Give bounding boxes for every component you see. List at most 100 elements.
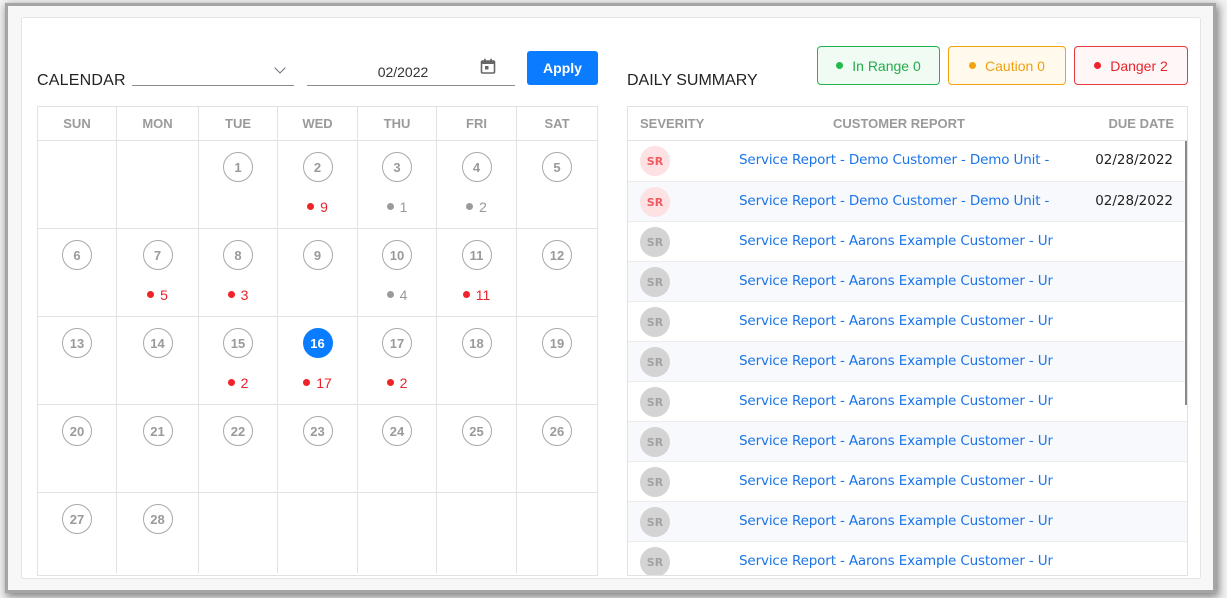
report-count[interactable]: 1 [358,199,436,215]
day-number[interactable]: 26 [542,416,572,446]
table-row[interactable]: SR Service Report - Demo Customer - Demo … [628,182,1187,222]
column-header-due-date[interactable]: DUE DATE [1109,116,1174,131]
day-number[interactable]: 20 [62,416,92,446]
table-row[interactable]: SR Service Report - Aarons Example Custom… [628,542,1187,575]
column-header-severity[interactable]: SEVERITY [640,116,704,131]
day-number[interactable]: 28 [142,504,173,534]
day-number[interactable]: 6 [62,240,92,270]
day-number[interactable]: 9 [302,240,333,270]
calendar-day-cell[interactable]: 26 [517,405,597,492]
calendar-icon[interactable] [480,58,496,74]
customer-report-link[interactable]: Service Report - Aarons Example Customer… [739,513,1053,529]
day-number[interactable]: 27 [62,504,92,534]
table-row[interactable]: SR Service Report - Aarons Example Custom… [628,382,1187,422]
report-count[interactable]: 2 [358,375,436,391]
calendar-day-cell[interactable]: 15 2 [199,317,278,404]
apply-button[interactable]: Apply [527,51,598,85]
danger-badge[interactable]: Danger 2 [1074,46,1188,85]
calendar-day-cell[interactable]: 1 [199,141,278,228]
calendar-day-cell[interactable]: 17 2 [358,317,437,404]
calendar-day-cell[interactable]: 10 4 [358,229,437,316]
day-number[interactable]: 11 [461,240,492,270]
day-number[interactable]: 1 [223,152,253,182]
calendar-day-cell[interactable]: 16 17 [278,317,358,404]
calendar-day-cell[interactable]: 42 [437,141,517,228]
customer-report-link[interactable]: Service Report - Aarons Example Customer… [739,273,1053,289]
month-picker-input[interactable]: 02/2022 [307,57,515,86]
calendar-day-cell[interactable]: 22 [199,405,278,492]
day-number[interactable]: 5 [542,152,572,182]
day-number[interactable]: 12 [542,240,572,270]
calendar-day-cell[interactable]: 18 [437,317,517,404]
day-number[interactable]: 22 [223,416,253,446]
customer-report-link[interactable]: Service Report - Aarons Example Customer… [739,393,1053,409]
calendar-day-cell[interactable]: 28 [117,493,199,573]
calendar-day-cell[interactable]: 9 [278,229,358,316]
table-row[interactable]: SR Service Report - Aarons Example Custom… [628,462,1187,502]
calendar-day-cell[interactable]: 6 [38,229,117,316]
customer-report-link[interactable]: Service Report - Demo Customer - Demo Un… [739,193,1053,209]
table-row[interactable]: SR Service Report - Aarons Example Custom… [628,422,1187,462]
day-number[interactable]: 15 [223,328,253,358]
calendar-day-cell[interactable]: 31 [358,141,437,228]
report-count[interactable]: 2 [199,375,277,391]
customer-report-link[interactable]: Service Report - Aarons Example Customer… [739,433,1053,449]
report-count[interactable]: 5 [117,287,198,303]
calendar-day-cell[interactable]: 75 [117,229,199,316]
day-number[interactable]: 3 [382,152,412,182]
day-number[interactable]: 18 [461,328,492,358]
customer-report-link[interactable]: Service Report - Aarons Example Customer… [739,353,1053,369]
day-number[interactable]: 17 [382,328,412,358]
customer-report-link[interactable]: Service Report - Aarons Example Customer… [739,313,1053,329]
table-row[interactable]: SR Service Report - Aarons Example Custom… [628,222,1187,262]
calendar-day-cell[interactable]: 29 [278,141,358,228]
column-header-report[interactable]: CUSTOMER REPORT [833,116,965,131]
customer-report-link[interactable]: Service Report - Aarons Example Customer… [739,553,1053,569]
report-count[interactable]: 17 [278,375,357,391]
customer-report-link[interactable]: Service Report - Demo Customer - Demo Un… [739,152,1053,168]
in-range-badge[interactable]: In Range 0 [817,46,940,85]
calendar-filter-select[interactable] [132,57,294,86]
day-number[interactable]: 2 [302,152,333,182]
caution-badge[interactable]: Caution 0 [948,46,1066,85]
calendar-day-cell[interactable]: 24 [358,405,437,492]
calendar-day-cell[interactable]: 25 [437,405,517,492]
day-number[interactable]: 13 [62,328,92,358]
table-row[interactable]: SR Service Report - Aarons Example Custom… [628,502,1187,542]
day-number[interactable]: 7 [142,240,173,270]
scrollbar[interactable] [1184,141,1187,575]
report-count[interactable]: 2 [437,199,516,215]
calendar-day-cell[interactable]: 14 [117,317,199,404]
table-row[interactable]: SR Service Report - Aarons Example Custom… [628,262,1187,302]
calendar-day-cell[interactable]: 5 [517,141,597,228]
scrollbar-thumb[interactable] [1185,141,1187,405]
day-number[interactable]: 4 [461,152,492,182]
report-count[interactable]: 9 [278,199,357,215]
report-count[interactable]: 11 [437,287,516,303]
calendar-day-cell[interactable]: 20 [38,405,117,492]
day-number[interactable]: 21 [142,416,173,446]
customer-report-link[interactable]: Service Report - Aarons Example Customer… [739,473,1053,489]
day-number[interactable]: 23 [302,416,333,446]
table-row[interactable]: SR Service Report - Aarons Example Custom… [628,342,1187,382]
day-number[interactable]: 10 [382,240,412,270]
table-row[interactable]: SR Service Report - Demo Customer - Demo … [628,141,1187,182]
day-number[interactable]: 25 [461,416,492,446]
customer-report-link[interactable]: Service Report - Aarons Example Customer… [739,233,1053,249]
today-day-number[interactable]: 16 [302,328,333,358]
calendar-day-cell[interactable]: 19 [517,317,597,404]
calendar-day-cell[interactable]: 83 [199,229,278,316]
calendar-day-cell[interactable]: 13 [38,317,117,404]
report-count[interactable]: 4 [358,287,436,303]
calendar-day-cell[interactable]: 21 [117,405,199,492]
day-number[interactable]: 19 [542,328,572,358]
day-number[interactable]: 24 [382,416,412,446]
calendar-day-cell[interactable]: 23 [278,405,358,492]
calendar-day-cell[interactable]: 11 11 [437,229,517,316]
calendar-day-cell[interactable]: 27 [38,493,117,573]
report-count[interactable]: 3 [199,287,277,303]
day-number[interactable]: 14 [142,328,173,358]
day-number[interactable]: 8 [223,240,253,270]
calendar-day-cell[interactable]: 12 [517,229,597,316]
table-row[interactable]: SR Service Report - Aarons Example Custom… [628,302,1187,342]
